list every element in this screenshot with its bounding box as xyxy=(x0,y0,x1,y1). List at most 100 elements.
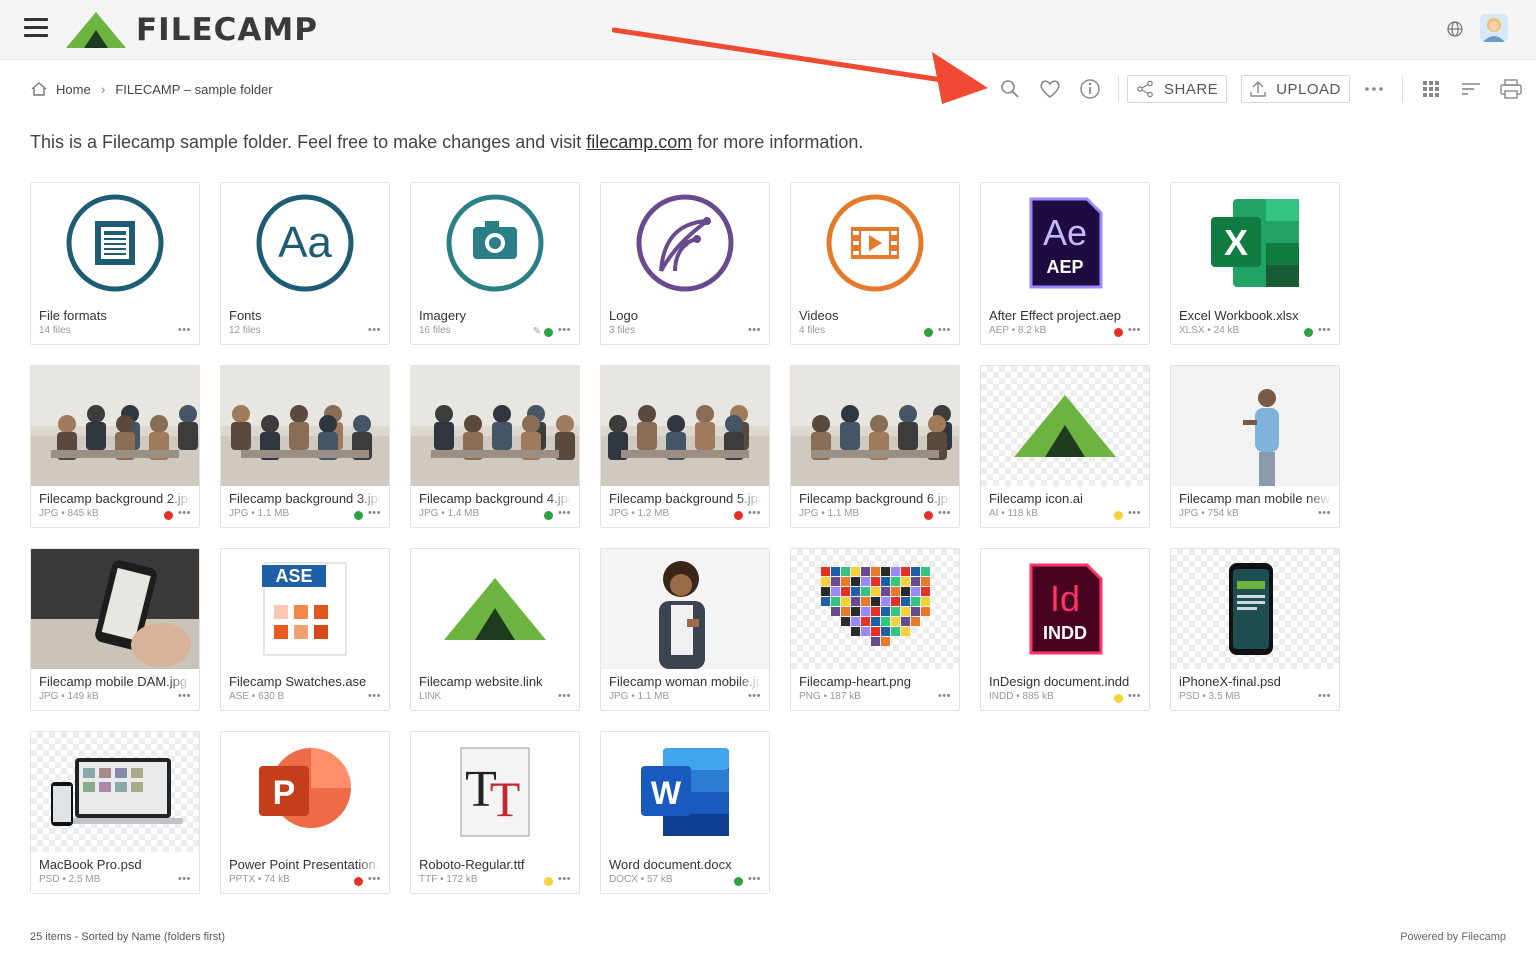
more-options-icon[interactable]: ••• xyxy=(368,873,381,885)
sort-button[interactable] xyxy=(1451,74,1491,104)
more-options-icon[interactable]: ••• xyxy=(558,324,571,336)
file-name[interactable]: Imagery xyxy=(419,308,571,323)
file-card[interactable]: Filecamp background 3.jpg JPG • 1.1 MB ••• xyxy=(220,365,390,528)
file-card[interactable]: Filecamp website.link LINK ••• xyxy=(410,548,580,711)
file-card[interactable]: Filecamp woman mobile.jpg JPG • 1.1 MB ••• xyxy=(600,548,770,711)
file-card[interactable]: Filecamp icon.ai AI • 118 kB ••• xyxy=(980,365,1150,528)
folder-fonts-icon[interactable]: Aa xyxy=(221,183,389,303)
font-file-icon[interactable]: TT xyxy=(411,732,579,852)
photo-mobile-thumbnail[interactable] xyxy=(31,549,199,669)
file-name[interactable]: Fonts xyxy=(229,308,381,323)
file-card[interactable]: W Word document.docx DOCX • 57 kB ••• xyxy=(600,731,770,894)
file-card[interactable]: Filecamp background 6.jpg JPG • 1.1 MB ••• xyxy=(790,365,960,528)
more-options-icon[interactable]: ••• xyxy=(938,690,951,702)
avatar[interactable] xyxy=(1480,14,1508,42)
file-name[interactable]: Filecamp icon.ai xyxy=(989,491,1141,506)
filecamp-logo-icon[interactable] xyxy=(981,366,1149,486)
file-name[interactable]: Logo xyxy=(609,308,761,323)
file-name[interactable]: Filecamp background 3.jpg xyxy=(229,491,381,506)
file-card[interactable]: Imagery 16 files ✎ ••• xyxy=(410,182,580,345)
photo-woman-thumbnail[interactable] xyxy=(601,549,769,669)
file-card[interactable]: Logo 3 files ••• xyxy=(600,182,770,345)
file-card[interactable]: Filecamp-heart.png PNG • 187 kB ••• xyxy=(790,548,960,711)
iphone-mockup-thumbnail[interactable] xyxy=(1171,549,1339,669)
file-name[interactable]: MacBook Pro.psd xyxy=(39,857,191,872)
file-name[interactable]: Videos xyxy=(799,308,951,323)
more-options-icon[interactable]: ••• xyxy=(1128,690,1141,702)
filecamp-link[interactable]: filecamp.com xyxy=(586,132,692,152)
photo-office-thumbnail[interactable] xyxy=(411,366,579,486)
more-options-icon[interactable]: ••• xyxy=(1318,507,1331,519)
more-options-icon[interactable]: ••• xyxy=(368,324,381,336)
file-name[interactable]: Word document.docx xyxy=(609,857,761,872)
more-options-icon[interactable]: ••• xyxy=(748,690,761,702)
file-name[interactable]: Filecamp background 6.jpg xyxy=(799,491,951,506)
file-name[interactable]: File formats xyxy=(39,308,191,323)
excel-icon[interactable]: X xyxy=(1171,183,1339,303)
word-icon[interactable]: W xyxy=(601,732,769,852)
more-options-icon[interactable]: ••• xyxy=(1128,324,1141,336)
powerpoint-icon[interactable]: P xyxy=(221,732,389,852)
file-card[interactable]: Ae AEP After Effect project.aep AEP • 8.2 k… xyxy=(980,182,1150,345)
file-card[interactable]: Id INDD InDesign document.indd INDD • 885 k… xyxy=(980,548,1150,711)
file-card[interactable]: Filecamp background 4.jpg JPG • 1.4 MB ••• xyxy=(410,365,580,528)
file-card[interactable]: Aa Fonts 12 files ••• xyxy=(220,182,390,345)
file-name[interactable]: iPhoneX-final.psd xyxy=(1179,674,1331,689)
file-card[interactable]: ASE Filecamp Swatches.ase ASE • 630 B ••• xyxy=(220,548,390,711)
more-options-icon[interactable]: ••• xyxy=(178,507,191,519)
more-options-icon[interactable]: ••• xyxy=(558,690,571,702)
file-name[interactable]: Filecamp woman mobile.jpg xyxy=(609,674,761,689)
file-card[interactable]: Filecamp background 2.jpg JPG • 845 kB ••• xyxy=(30,365,200,528)
powered-by[interactable]: Powered by Filecamp xyxy=(1400,931,1506,943)
upload-button[interactable]: UPLOAD xyxy=(1241,75,1350,103)
home-icon[interactable] xyxy=(30,81,48,97)
file-name[interactable]: Filecamp-heart.png xyxy=(799,674,951,689)
file-name[interactable]: Filecamp man mobile new.jpg xyxy=(1179,491,1331,506)
more-options-icon[interactable]: ••• xyxy=(938,507,951,519)
macbook-mockup-thumbnail[interactable] xyxy=(31,732,199,852)
photo-office-thumbnail[interactable] xyxy=(221,366,389,486)
file-name[interactable]: Roboto-Regular.ttf xyxy=(419,857,571,872)
file-card[interactable]: File formats 14 files ••• xyxy=(30,182,200,345)
photo-office-thumbnail[interactable] xyxy=(791,366,959,486)
file-card[interactable]: P Power Point Presentation.pptx PPTX • 74 … xyxy=(220,731,390,894)
after-effects-icon[interactable]: Ae AEP xyxy=(981,183,1149,303)
file-name[interactable]: Filecamp background 5.jpg xyxy=(609,491,761,506)
more-options-icon[interactable]: ••• xyxy=(748,324,761,336)
more-options-icon[interactable]: ••• xyxy=(748,873,761,885)
more-options-icon[interactable]: ••• xyxy=(1318,690,1331,702)
search-button[interactable] xyxy=(990,74,1030,104)
filecamp-logo-icon[interactable] xyxy=(411,549,579,669)
more-options-icon[interactable]: ••• xyxy=(558,507,571,519)
folder-fileformats-icon[interactable] xyxy=(31,183,199,303)
more-button[interactable] xyxy=(1354,74,1394,104)
more-options-icon[interactable]: ••• xyxy=(1318,324,1331,336)
file-name[interactable]: Filecamp mobile DAM.jpg xyxy=(39,674,191,689)
more-options-icon[interactable]: ••• xyxy=(178,690,191,702)
file-card[interactable]: Videos 4 files ••• xyxy=(790,182,960,345)
folder-logo-icon[interactable] xyxy=(601,183,769,303)
file-card[interactable]: Filecamp background 5.jpg JPG • 1.2 MB ••• xyxy=(600,365,770,528)
more-options-icon[interactable]: ••• xyxy=(368,507,381,519)
folder-imagery-icon[interactable] xyxy=(411,183,579,303)
file-card[interactable]: iPhoneX-final.psd PSD • 3.5 MB ••• xyxy=(1170,548,1340,711)
more-options-icon[interactable]: ••• xyxy=(558,873,571,885)
ase-icon[interactable]: ASE xyxy=(221,549,389,669)
more-options-icon[interactable]: ••• xyxy=(1128,507,1141,519)
file-name[interactable]: Filecamp background 4.jpg xyxy=(419,491,571,506)
file-card[interactable]: Filecamp man mobile new.jpg JPG • 754 kB •… xyxy=(1170,365,1340,528)
photo-office-thumbnail[interactable] xyxy=(601,366,769,486)
menu-icon[interactable] xyxy=(24,18,48,38)
file-name[interactable]: Filecamp website.link xyxy=(419,674,571,689)
more-options-icon[interactable]: ••• xyxy=(748,507,761,519)
globe-icon[interactable] xyxy=(1445,19,1465,39)
more-options-icon[interactable]: ••• xyxy=(368,690,381,702)
more-options-icon[interactable]: ••• xyxy=(178,324,191,336)
filecamp-logo[interactable]: FILECAMP xyxy=(64,8,318,52)
file-name[interactable]: Power Point Presentation.pptx xyxy=(229,857,381,872)
file-card[interactable]: Filecamp mobile DAM.jpg JPG • 149 kB ••• xyxy=(30,548,200,711)
photo-man-thumbnail[interactable] xyxy=(1171,366,1339,486)
file-card[interactable]: X Excel Workbook.xlsx XLSX • 24 kB ••• xyxy=(1170,182,1340,345)
pencil-icon[interactable]: ✎ xyxy=(533,326,541,337)
share-button[interactable]: SHARE xyxy=(1127,75,1228,103)
